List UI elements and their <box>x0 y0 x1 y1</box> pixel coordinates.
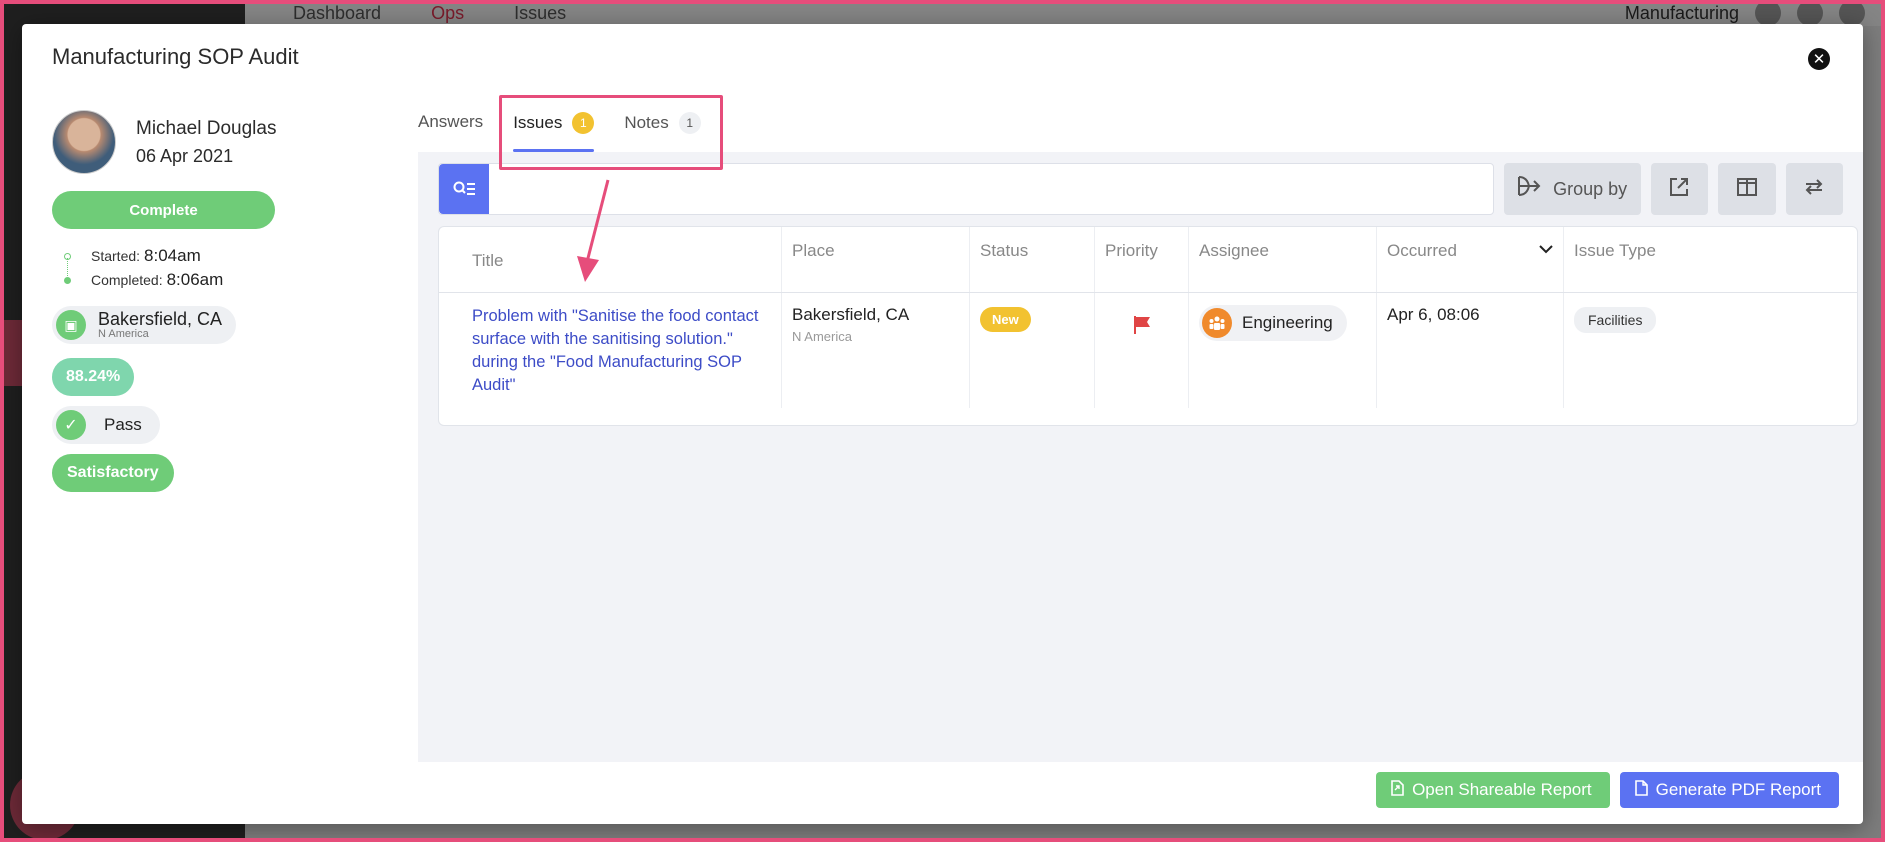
column-header-assignee[interactable]: Assignee <box>1189 227 1377 292</box>
issues-content: Group by Title Place Status Priority Ass… <box>418 152 1863 762</box>
user-avatar-icon <box>1839 0 1865 26</box>
status-badge[interactable]: New <box>980 307 1031 332</box>
tab-answers[interactable]: Answers <box>418 112 483 150</box>
place-text: Bakersfield, CA N America <box>98 310 222 340</box>
completed-label: Completed: <box>91 272 163 288</box>
timeline-connector <box>67 258 68 276</box>
column-header-place[interactable]: Place <box>782 227 970 292</box>
cell-priority <box>1095 293 1189 408</box>
cell-title: Problem with "Sanitise the food contact … <box>439 293 782 408</box>
timeline-started: Started: 8:04am <box>64 244 352 268</box>
place-name: Bakersfield, CA <box>98 309 223 329</box>
audit-date: 06 Apr 2021 <box>136 145 234 166</box>
nav-issues: Issues <box>514 2 567 23</box>
refresh-button[interactable] <box>1785 163 1844 215</box>
tab-answers-label: Answers <box>418 112 484 131</box>
timeline-completed: Completed: 8:06am <box>64 268 352 292</box>
user-meta: Michael Douglas 06 Apr 2021 <box>136 118 276 167</box>
swap-icon <box>1803 176 1825 203</box>
cell-issue-type: Facilities <box>1564 293 1857 408</box>
share-document-icon <box>1390 780 1404 800</box>
group-by-label: Group by <box>1553 178 1628 199</box>
user-row: Michael Douglas 06 Apr 2021 <box>52 110 352 174</box>
place-pill[interactable]: ▣ Bakersfield, CA N America <box>52 306 237 344</box>
rating-badge: Satisfactory <box>52 454 174 492</box>
check-circle-icon: ✓ <box>56 410 86 440</box>
table-row[interactable]: Problem with "Sanitise the food contact … <box>439 293 1857 408</box>
org-name: Manufacturing <box>1624 2 1739 23</box>
open-shareable-report-label: Open Shareable Report <box>1412 780 1592 799</box>
generate-pdf-report-label: Generate PDF Report <box>1655 780 1821 799</box>
chevron-down-icon[interactable] <box>1539 241 1553 259</box>
help-icon <box>1797 0 1823 26</box>
cell-place: Bakersfield, CA N America <box>782 293 970 408</box>
generate-pdf-report-button[interactable]: Generate PDF Report <box>1619 772 1839 808</box>
issue-title-link[interactable]: Problem with "Sanitise the food contact … <box>472 307 759 394</box>
issues-toolbar: Group by <box>438 162 1844 216</box>
export-button[interactable] <box>1650 163 1709 215</box>
cell-assignee: Engineering <box>1189 293 1377 408</box>
column-header-occurred-label: Occurred <box>1387 241 1457 260</box>
column-header-issue-type[interactable]: Issue Type <box>1564 227 1857 292</box>
column-header-priority[interactable]: Priority <box>1095 227 1189 292</box>
completed-value: 8:06am <box>166 270 224 289</box>
nav-ops: Ops <box>431 2 465 23</box>
table-header: Title Place Status Priority Assignee Occ… <box>439 227 1857 293</box>
timeline-dot-icon <box>64 276 71 284</box>
annotation-highlight-box <box>499 95 723 170</box>
avatar <box>52 110 116 174</box>
started-value: 8:04am <box>144 246 201 265</box>
place-region: N America <box>98 328 149 340</box>
open-shareable-report-button[interactable]: Open Shareable Report <box>1376 772 1610 808</box>
team-icon <box>1202 308 1232 338</box>
assignee-pill[interactable]: Engineering <box>1199 305 1347 341</box>
issues-table: Title Place Status Priority Assignee Occ… <box>438 226 1858 426</box>
group-by-icon <box>1517 175 1543 203</box>
search-filter-icon[interactable] <box>439 164 489 214</box>
result-label: Pass <box>104 415 142 434</box>
audit-modal: Manufacturing SOP Audit ✕ Michael Dougla… <box>22 24 1863 824</box>
result-pill: ✓ Pass <box>52 406 160 444</box>
modal-title: Manufacturing SOP Audit <box>52 44 299 69</box>
row-place-name: Bakersfield, CA <box>792 305 910 324</box>
modal-footer: Open Shareable Report Generate PDF Repor… <box>1376 772 1839 808</box>
started-label: Started: <box>91 248 141 264</box>
columns-button[interactable] <box>1718 163 1776 215</box>
notification-icon <box>1755 0 1781 26</box>
assignee-name: Engineering <box>1242 313 1333 332</box>
store-icon: ▣ <box>56 310 86 340</box>
timeline: Started: 8:04am Completed: 8:06am <box>64 244 352 292</box>
external-link-icon <box>1668 176 1690 203</box>
column-header-occurred[interactable]: Occurred <box>1377 227 1564 292</box>
issue-type-badge: Facilities <box>1574 307 1657 333</box>
columns-icon <box>1736 176 1758 203</box>
cell-status: New <box>970 293 1095 408</box>
search-box <box>438 163 1494 215</box>
status-complete-badge: Complete <box>52 191 275 229</box>
audit-summary-panel: Michael Douglas 06 Apr 2021 Complete Sta… <box>52 110 352 492</box>
row-place-region: N America <box>792 329 852 344</box>
user-name: Michael Douglas <box>136 117 277 139</box>
column-header-title[interactable]: Title <box>439 227 782 292</box>
column-header-status[interactable]: Status <box>970 227 1095 292</box>
cell-occurred: Apr 6, 08:06 <box>1377 293 1564 408</box>
nav-dashboard: Dashboard <box>293 2 382 23</box>
search-input[interactable] <box>489 164 1493 214</box>
background-topnav: Dashboard Ops Issues Manufacturing <box>245 0 1885 26</box>
group-by-button[interactable]: Group by <box>1503 163 1641 215</box>
document-icon <box>1634 780 1648 800</box>
score-badge: 88.24% <box>52 358 135 396</box>
occurred-value: Apr 6, 08:06 <box>1387 305 1480 324</box>
flag-icon[interactable] <box>1132 315 1152 341</box>
